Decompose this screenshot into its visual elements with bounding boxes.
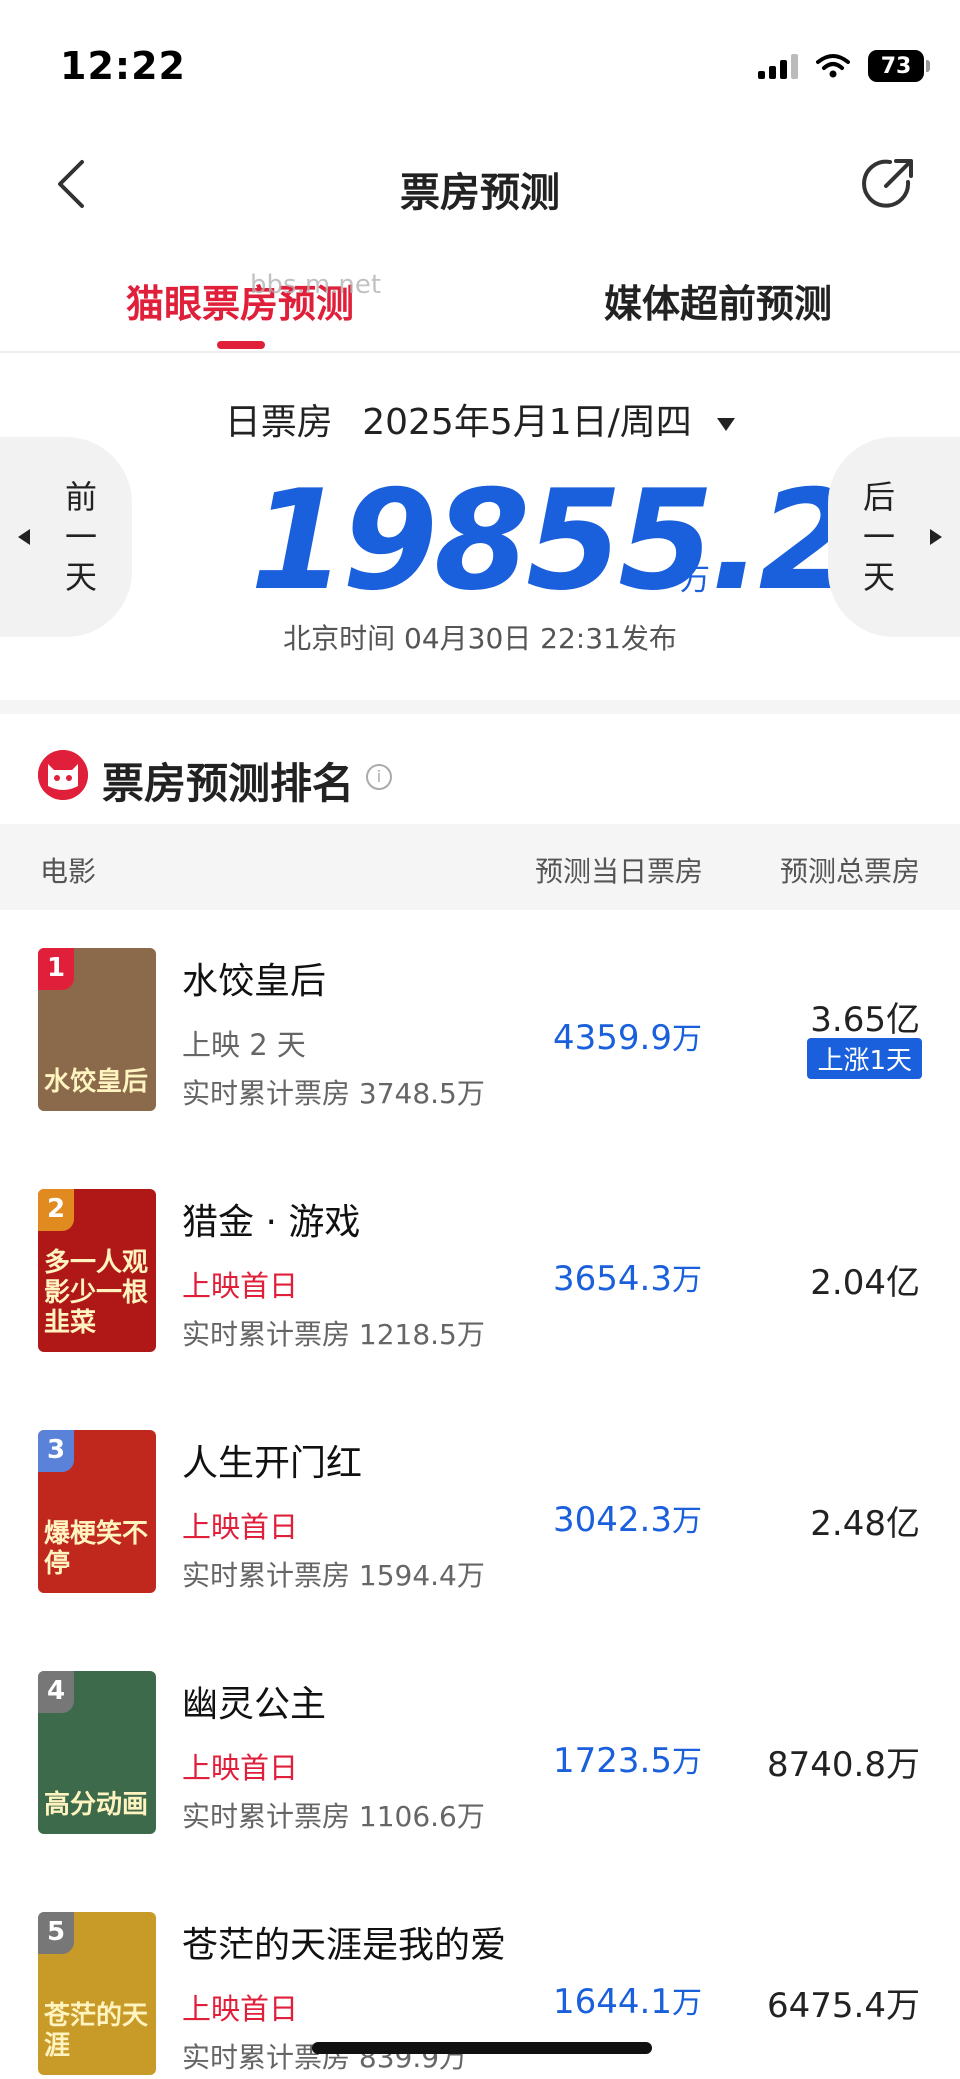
prev-day-label: 前一天: [64, 478, 97, 596]
cumulative-box-office: 实时累计票房 1106.6万: [182, 1800, 485, 1833]
wifi-icon: [816, 54, 850, 78]
rank-badge: 5: [38, 1912, 74, 1954]
cumulative-box-office: 实时累计票房 3748.5万: [182, 1077, 485, 1110]
movie-title: 猎金 · 游戏: [182, 1202, 361, 1243]
status-icons: 73: [758, 50, 930, 82]
tab-bar: 猫眼票房预测 媒体超前预测: [0, 245, 960, 353]
daily-forecast-value: 1723.5: [553, 1741, 672, 1781]
daily-forecast-value: 4359.9: [553, 1018, 672, 1058]
tab-media-forecast[interactable]: 媒体超前预测: [604, 273, 832, 328]
daily-forecast: 1644.1万: [553, 1978, 702, 2022]
daily-forecast-unit: 万: [672, 1986, 702, 2021]
poster-caption: 高分动画: [44, 1790, 149, 1820]
column-header-movie: 电影: [40, 855, 97, 888]
share-icon[interactable]: [856, 152, 920, 216]
cumulative-box-office: 实时累计票房 1594.4万: [182, 1559, 485, 1592]
daily-forecast: 3654.3万: [553, 1255, 702, 1299]
daily-forecast-unit: 万: [672, 1263, 702, 1298]
nav-bar: 票房预测: [0, 130, 960, 240]
info-icon[interactable]: i: [366, 764, 392, 790]
total-forecast: 6475.4万: [767, 1986, 920, 2026]
daily-forecast-unit: 万: [672, 1745, 702, 1780]
ranking-header: 票房预测排名 i: [0, 714, 960, 824]
rank-badge: 1: [38, 948, 74, 990]
column-header-daily: 预测当日票房: [535, 855, 704, 888]
arrow-left-icon: [18, 529, 30, 545]
battery-icon: 73: [868, 50, 930, 82]
poster-caption: 水饺皇后: [44, 1067, 149, 1097]
total-forecast: 8740.8万: [767, 1745, 920, 1785]
poster-caption: 多一人观影少一根韭菜: [44, 1248, 149, 1338]
total-forecast: 3.65亿: [810, 1000, 920, 1040]
arrow-right-icon: [930, 529, 942, 545]
rank-badge: 4: [38, 1671, 74, 1713]
release-status: 上映首日: [182, 1751, 299, 1785]
release-status: 上映首日: [182, 1269, 299, 1303]
movie-title: 幽灵公主: [182, 1684, 327, 1725]
watermark: bbs.m.net: [250, 270, 382, 300]
next-day-label: 后一天: [862, 478, 895, 596]
cumulative-box-office: 实时累计票房 1218.5万: [182, 1318, 485, 1351]
movie-poster: 1 水饺皇后: [38, 948, 156, 1111]
release-status: 上映首日: [182, 1510, 299, 1544]
date-selector[interactable]: 日票房 2025年5月1日/周四: [0, 393, 960, 445]
movie-list: 1 水饺皇后 水饺皇后 上映 2 天 实时累计票房 3748.5万 4359.9…: [0, 910, 960, 2079]
movie-title: 苍茫的天涯是我的爱: [182, 1925, 507, 1966]
section-divider: [0, 700, 960, 714]
rise-tag: 上涨1天: [807, 1038, 922, 1079]
maoyan-cat-logo-icon: [38, 750, 88, 800]
publish-time: 北京时间 04月30日 22:31发布: [283, 622, 677, 655]
home-indicator: [312, 2042, 652, 2054]
forecast-total-value: 19855.2: [250, 460, 855, 621]
rank-badge: 3: [38, 1430, 74, 1472]
signal-icon: [758, 53, 798, 79]
page-title: 票房预测: [400, 170, 560, 216]
daily-forecast: 4359.9万: [553, 1014, 702, 1058]
forecast-total-unit: 万: [680, 563, 710, 598]
movie-row[interactable]: 4 高分动画 幽灵公主 上映首日 实时累计票房 1106.6万 1723.5万 …: [0, 1633, 960, 1874]
section-title: 票房预测排名: [102, 759, 355, 808]
status-bar: 12:22 73: [0, 0, 960, 130]
daily-box-office-summary: 日票房 2025年5月1日/周四 前一天 19855.2 万 北京时间 04月3…: [0, 355, 960, 700]
movie-title: 人生开门红: [182, 1443, 363, 1484]
tab-indicator: [217, 341, 265, 349]
movie-poster: 2 多一人观影少一根韭菜: [38, 1189, 156, 1352]
movie-poster: 5 苍茫的天涯: [38, 1912, 156, 2075]
total-forecast: 2.04亿: [810, 1263, 920, 1303]
date-value: 2025年5月1日/周四: [362, 402, 692, 443]
release-status: 上映 2 天: [182, 1028, 306, 1062]
release-status: 上映首日: [182, 1992, 299, 2026]
daily-forecast-value: 3654.3: [553, 1259, 672, 1299]
prev-day-button[interactable]: 前一天: [0, 437, 132, 637]
movie-poster: 4 高分动画: [38, 1671, 156, 1834]
date-label: 日票房: [224, 402, 333, 443]
movie-row[interactable]: 1 水饺皇后 水饺皇后 上映 2 天 实时累计票房 3748.5万 4359.9…: [0, 910, 960, 1151]
next-day-button[interactable]: 后一天: [828, 437, 960, 637]
daily-forecast-unit: 万: [672, 1504, 702, 1539]
table-header: 电影 预测当日票房 预测总票房: [0, 824, 960, 910]
status-time: 12:22: [60, 44, 186, 88]
daily-forecast: 1723.5万: [553, 1737, 702, 1781]
daily-forecast-value: 1644.1: [553, 1982, 672, 2022]
caret-down-icon: [717, 417, 736, 431]
total-forecast: 2.48亿: [810, 1504, 920, 1544]
daily-forecast-unit: 万: [672, 1022, 702, 1057]
poster-caption: 苍茫的天涯: [44, 2001, 149, 2061]
movie-row[interactable]: 3 爆梗笑不停 人生开门红 上映首日 实时累计票房 1594.4万 3042.3…: [0, 1392, 960, 1633]
movie-row[interactable]: 2 多一人观影少一根韭菜 猎金 · 游戏 上映首日 实时累计票房 1218.5万…: [0, 1151, 960, 1392]
movie-poster: 3 爆梗笑不停: [38, 1430, 156, 1593]
movie-title: 水饺皇后: [182, 961, 327, 1002]
rank-badge: 2: [38, 1189, 74, 1231]
daily-forecast: 3042.3万: [553, 1496, 702, 1540]
column-header-total: 预测总票房: [779, 855, 920, 888]
daily-forecast-value: 3042.3: [553, 1500, 672, 1540]
poster-caption: 爆梗笑不停: [44, 1519, 149, 1579]
